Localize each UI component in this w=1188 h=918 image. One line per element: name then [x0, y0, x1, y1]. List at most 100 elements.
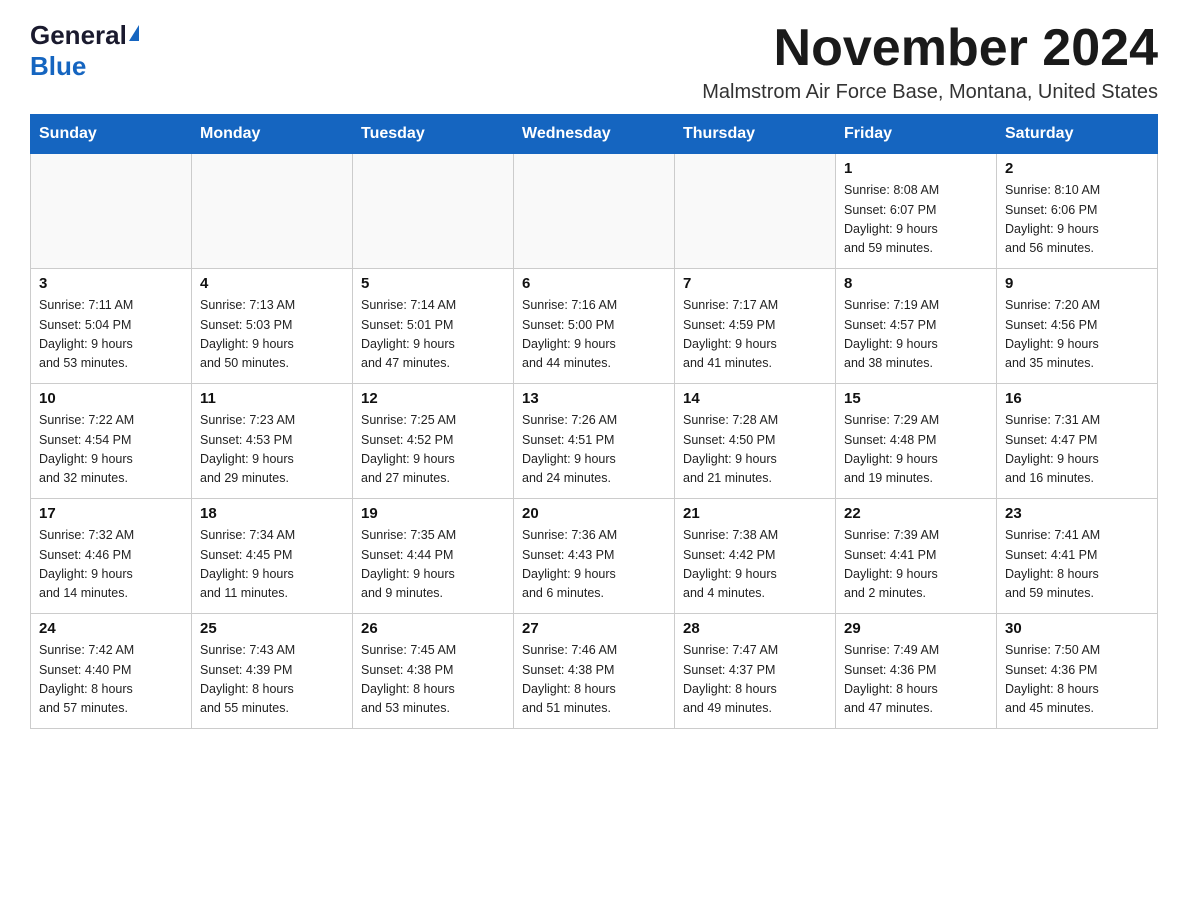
- weekday-header-row: SundayMondayTuesdayWednesdayThursdayFrid…: [31, 115, 1158, 154]
- calendar-table: SundayMondayTuesdayWednesdayThursdayFrid…: [30, 114, 1158, 729]
- weekday-header-tuesday: Tuesday: [353, 115, 514, 154]
- calendar-cell: 1 Sunrise: 8:08 AM Sunset: 6:07 PM Daylig…: [836, 154, 997, 269]
- day-info: Sunrise: 7:38 AM Sunset: 4:42 PM Dayligh…: [683, 526, 827, 604]
- day-info: Sunrise: 7:11 AM Sunset: 5:04 PM Dayligh…: [39, 296, 183, 374]
- logo-blue-text: Blue: [30, 51, 86, 82]
- calendar-cell: [514, 154, 675, 269]
- day-number: 19: [361, 505, 505, 522]
- day-info: Sunrise: 7:23 AM Sunset: 4:53 PM Dayligh…: [200, 411, 344, 489]
- logo-general-text: General: [30, 20, 127, 51]
- month-title: November 2024: [702, 20, 1158, 77]
- calendar-cell: 24 Sunrise: 7:42 AM Sunset: 4:40 PM Dayli…: [31, 614, 192, 729]
- day-number: 15: [844, 390, 988, 407]
- day-info: Sunrise: 7:20 AM Sunset: 4:56 PM Dayligh…: [1005, 296, 1149, 374]
- calendar-cell: 23 Sunrise: 7:41 AM Sunset: 4:41 PM Dayli…: [997, 499, 1158, 614]
- day-number: 28: [683, 620, 827, 637]
- day-number: 14: [683, 390, 827, 407]
- calendar-week-row: 10 Sunrise: 7:22 AM Sunset: 4:54 PM Dayli…: [31, 384, 1158, 499]
- day-info: Sunrise: 7:43 AM Sunset: 4:39 PM Dayligh…: [200, 641, 344, 719]
- calendar-cell: 18 Sunrise: 7:34 AM Sunset: 4:45 PM Dayli…: [192, 499, 353, 614]
- logo-triangle-icon: [129, 25, 139, 41]
- day-info: Sunrise: 7:39 AM Sunset: 4:41 PM Dayligh…: [844, 526, 988, 604]
- calendar-cell: 16 Sunrise: 7:31 AM Sunset: 4:47 PM Dayli…: [997, 384, 1158, 499]
- day-info: Sunrise: 7:19 AM Sunset: 4:57 PM Dayligh…: [844, 296, 988, 374]
- day-number: 7: [683, 275, 827, 292]
- calendar-week-row: 24 Sunrise: 7:42 AM Sunset: 4:40 PM Dayli…: [31, 614, 1158, 729]
- day-number: 23: [1005, 505, 1149, 522]
- day-number: 1: [844, 160, 988, 177]
- weekday-header-saturday: Saturday: [997, 115, 1158, 154]
- weekday-header-wednesday: Wednesday: [514, 115, 675, 154]
- calendar-cell: 5 Sunrise: 7:14 AM Sunset: 5:01 PM Daylig…: [353, 269, 514, 384]
- day-info: Sunrise: 7:50 AM Sunset: 4:36 PM Dayligh…: [1005, 641, 1149, 719]
- calendar-cell: 15 Sunrise: 7:29 AM Sunset: 4:48 PM Dayli…: [836, 384, 997, 499]
- day-info: Sunrise: 7:46 AM Sunset: 4:38 PM Dayligh…: [522, 641, 666, 719]
- calendar-cell: 6Sunrise: 7:16 AM Sunset: 5:00 PM Daylig…: [514, 269, 675, 384]
- day-number: 3: [39, 275, 183, 292]
- day-number: 8: [844, 275, 988, 292]
- day-info: Sunrise: 7:34 AM Sunset: 4:45 PM Dayligh…: [200, 526, 344, 604]
- calendar-cell: [353, 154, 514, 269]
- calendar-cell: 27 Sunrise: 7:46 AM Sunset: 4:38 PM Dayli…: [514, 614, 675, 729]
- weekday-header-monday: Monday: [192, 115, 353, 154]
- day-info: Sunrise: 7:14 AM Sunset: 5:01 PM Dayligh…: [361, 296, 505, 374]
- calendar-week-row: 1 Sunrise: 8:08 AM Sunset: 6:07 PM Daylig…: [31, 154, 1158, 269]
- day-info: Sunrise: 7:47 AM Sunset: 4:37 PM Dayligh…: [683, 641, 827, 719]
- day-number: 2: [1005, 160, 1149, 177]
- day-number: 5: [361, 275, 505, 292]
- day-info: Sunrise: 7:42 AM Sunset: 4:40 PM Dayligh…: [39, 641, 183, 719]
- calendar-cell: 30 Sunrise: 7:50 AM Sunset: 4:36 PM Dayli…: [997, 614, 1158, 729]
- weekday-header-friday: Friday: [836, 115, 997, 154]
- day-number: 30: [1005, 620, 1149, 637]
- header: General Blue November 2024 Malmstrom Air…: [30, 20, 1158, 104]
- calendar-cell: [675, 154, 836, 269]
- day-number: 27: [522, 620, 666, 637]
- day-info: Sunrise: 7:32 AM Sunset: 4:46 PM Dayligh…: [39, 526, 183, 604]
- day-number: 11: [200, 390, 344, 407]
- day-info: Sunrise: 8:10 AM Sunset: 6:06 PM Dayligh…: [1005, 181, 1149, 259]
- day-info: Sunrise: 7:13 AM Sunset: 5:03 PM Dayligh…: [200, 296, 344, 374]
- day-info: Sunrise: 7:49 AM Sunset: 4:36 PM Dayligh…: [844, 641, 988, 719]
- day-number: 22: [844, 505, 988, 522]
- weekday-header-thursday: Thursday: [675, 115, 836, 154]
- day-info: Sunrise: 7:26 AM Sunset: 4:51 PM Dayligh…: [522, 411, 666, 489]
- calendar-cell: 28 Sunrise: 7:47 AM Sunset: 4:37 PM Dayli…: [675, 614, 836, 729]
- day-number: 20: [522, 505, 666, 522]
- day-info: Sunrise: 7:35 AM Sunset: 4:44 PM Dayligh…: [361, 526, 505, 604]
- day-info: Sunrise: 7:41 AM Sunset: 4:41 PM Dayligh…: [1005, 526, 1149, 604]
- day-info: Sunrise: 7:25 AM Sunset: 4:52 PM Dayligh…: [361, 411, 505, 489]
- day-number: 16: [1005, 390, 1149, 407]
- day-number: 13: [522, 390, 666, 407]
- calendar-cell: 13 Sunrise: 7:26 AM Sunset: 4:51 PM Dayli…: [514, 384, 675, 499]
- calendar-cell: 3 Sunrise: 7:11 AM Sunset: 5:04 PM Daylig…: [31, 269, 192, 384]
- calendar-cell: [31, 154, 192, 269]
- calendar-cell: 19 Sunrise: 7:35 AM Sunset: 4:44 PM Dayli…: [353, 499, 514, 614]
- day-info: Sunrise: 7:45 AM Sunset: 4:38 PM Dayligh…: [361, 641, 505, 719]
- calendar-cell: 29 Sunrise: 7:49 AM Sunset: 4:36 PM Dayli…: [836, 614, 997, 729]
- day-info: Sunrise: 7:36 AM Sunset: 4:43 PM Dayligh…: [522, 526, 666, 604]
- calendar-cell: 26Sunrise: 7:45 AM Sunset: 4:38 PM Dayli…: [353, 614, 514, 729]
- day-number: 21: [683, 505, 827, 522]
- calendar-cell: 25 Sunrise: 7:43 AM Sunset: 4:39 PM Dayli…: [192, 614, 353, 729]
- day-number: 10: [39, 390, 183, 407]
- calendar-cell: 22 Sunrise: 7:39 AM Sunset: 4:41 PM Dayli…: [836, 499, 997, 614]
- calendar-cell: 21 Sunrise: 7:38 AM Sunset: 4:42 PM Dayli…: [675, 499, 836, 614]
- day-info: Sunrise: 8:08 AM Sunset: 6:07 PM Dayligh…: [844, 181, 988, 259]
- day-number: 29: [844, 620, 988, 637]
- title-section: November 2024 Malmstrom Air Force Base, …: [702, 20, 1158, 104]
- day-number: 24: [39, 620, 183, 637]
- day-number: 25: [200, 620, 344, 637]
- calendar-cell: 7Sunrise: 7:17 AM Sunset: 4:59 PM Daylig…: [675, 269, 836, 384]
- calendar-cell: [192, 154, 353, 269]
- day-number: 18: [200, 505, 344, 522]
- calendar-week-row: 3 Sunrise: 7:11 AM Sunset: 5:04 PM Daylig…: [31, 269, 1158, 384]
- calendar-week-row: 17Sunrise: 7:32 AM Sunset: 4:46 PM Dayli…: [31, 499, 1158, 614]
- calendar-cell: 12Sunrise: 7:25 AM Sunset: 4:52 PM Dayli…: [353, 384, 514, 499]
- calendar-cell: 11 Sunrise: 7:23 AM Sunset: 4:53 PM Dayli…: [192, 384, 353, 499]
- day-info: Sunrise: 7:31 AM Sunset: 4:47 PM Dayligh…: [1005, 411, 1149, 489]
- day-info: Sunrise: 7:22 AM Sunset: 4:54 PM Dayligh…: [39, 411, 183, 489]
- location-subtitle: Malmstrom Air Force Base, Montana, Unite…: [702, 81, 1158, 104]
- day-info: Sunrise: 7:29 AM Sunset: 4:48 PM Dayligh…: [844, 411, 988, 489]
- calendar-cell: 20 Sunrise: 7:36 AM Sunset: 4:43 PM Dayli…: [514, 499, 675, 614]
- weekday-header-sunday: Sunday: [31, 115, 192, 154]
